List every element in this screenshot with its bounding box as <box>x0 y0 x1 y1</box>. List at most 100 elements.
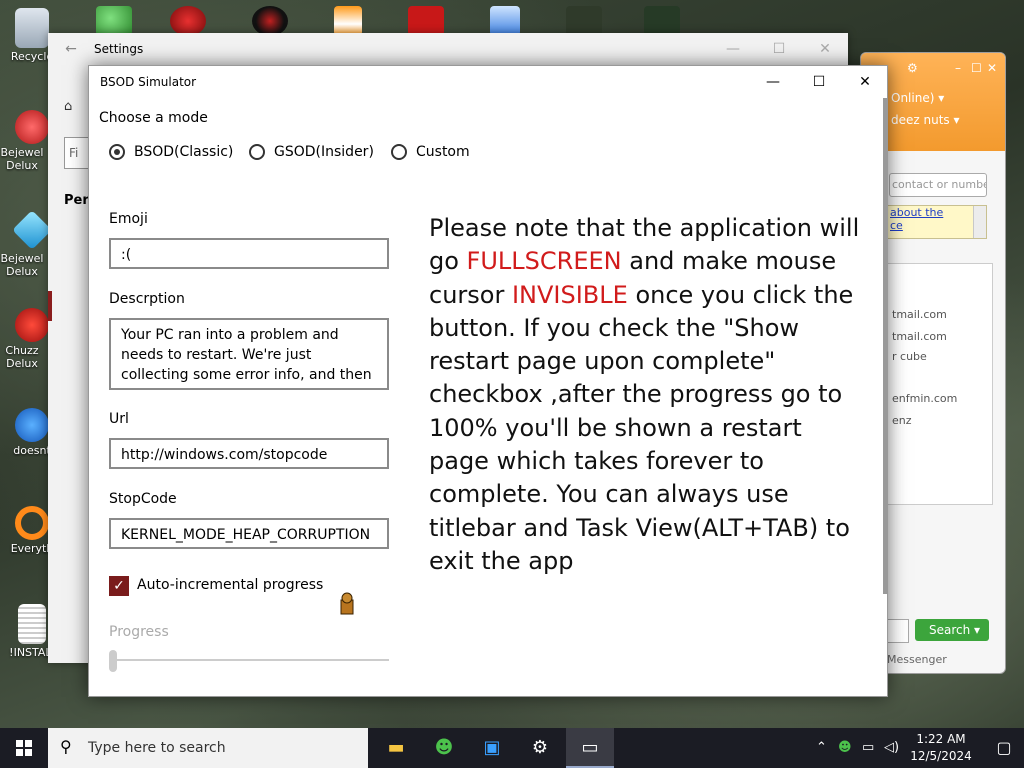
minimize-button[interactable]: — <box>750 66 796 98</box>
search-placeholder: Type here to search <box>88 740 226 756</box>
radio-unselected[interactable] <box>391 144 407 160</box>
web-search-input[interactable] <box>887 619 909 643</box>
close-icon[interactable]: ✕ <box>802 41 848 57</box>
vlc-icon[interactable] <box>334 6 362 36</box>
game-icon[interactable] <box>566 6 602 36</box>
mode-option-bsod[interactable]: BSOD(Classic) <box>109 144 233 160</box>
info-highlight-invisible: INVISIBLE <box>511 280 628 309</box>
emoji-label: Emoji <box>109 211 148 227</box>
home-icon[interactable]: ⌂ <box>64 99 88 123</box>
status-dropdown[interactable]: Online) ▾ <box>891 91 944 105</box>
mode-label: Custom <box>416 144 470 160</box>
description-label: Descrption <box>109 291 185 307</box>
minimize-icon[interactable]: — <box>710 41 756 57</box>
note-link-1[interactable]: about the <box>890 206 986 219</box>
notification-icon[interactable]: ▢ <box>984 728 1024 768</box>
volume-icon[interactable]: ◁) <box>884 728 899 768</box>
back-arrow-icon[interactable]: ← <box>48 41 94 57</box>
search-button-label: Search <box>929 623 971 637</box>
windows-start-icon[interactable] <box>0 728 48 768</box>
radiation-icon[interactable] <box>170 6 206 36</box>
radio-unselected[interactable] <box>249 144 265 160</box>
time: 1:22 AM <box>916 732 966 746</box>
emoji-field[interactable]: :( <box>109 238 389 269</box>
maximize-icon[interactable]: ☐ <box>756 41 802 57</box>
mode-heading: Choose a mode <box>99 110 208 126</box>
taskbar: ⚲ Type here to search ▬ ☻ ▣ ⚙ ▭ ⌃ ☻ ▭ ◁)… <box>0 728 1024 768</box>
radio-selected[interactable] <box>109 144 125 160</box>
search-magnifier-icon <box>15 506 49 540</box>
bsod-app-icon[interactable]: ▭ <box>566 728 614 768</box>
store-icon[interactable]: ▣ <box>468 728 516 768</box>
messenger-buddies-icon[interactable] <box>96 6 132 36</box>
close-button[interactable]: ✕ <box>842 66 888 98</box>
desktop-icon-label: Chuzz Delux <box>5 344 39 370</box>
contact-item[interactable]: tmail.com <box>892 308 947 321</box>
document-icon <box>18 604 46 644</box>
clock[interactable]: 1:22 AM 12/5/2024 <box>905 731 977 765</box>
contact-item[interactable]: r cube <box>892 350 927 363</box>
stopcode-label: StopCode <box>109 491 177 507</box>
mode-option-custom[interactable]: Custom <box>391 144 470 160</box>
edge-icon <box>15 408 49 442</box>
auto-progress-checkbox[interactable]: ✓ <box>109 576 129 596</box>
note-scrollbar[interactable] <box>973 206 986 238</box>
maximize-button[interactable]: ☐ <box>796 66 842 98</box>
contact-item[interactable]: tmail.com <box>892 330 947 343</box>
controller-icon[interactable]: ⚙ <box>907 61 918 75</box>
desktop-icon-label: Bejewel Delux <box>0 146 44 172</box>
contact-item[interactable]: enz <box>892 414 912 427</box>
url-label: Url <box>109 411 129 427</box>
auto-progress-label[interactable]: Auto-incremental progress <box>137 577 323 593</box>
info-text: Please note that the application will go… <box>429 212 869 578</box>
description-field[interactable]: Your PC ran into a problem and needs to … <box>109 318 389 390</box>
chuzzle-icon <box>15 308 49 342</box>
messenger-icon[interactable]: ☻ <box>420 728 468 768</box>
chevron-up-icon[interactable]: ⌃ <box>816 728 827 768</box>
robot-icon[interactable] <box>490 6 520 36</box>
recycle-bin-icon <box>15 8 49 48</box>
terminal-icon[interactable] <box>644 6 680 36</box>
file-explorer-icon[interactable]: ▬ <box>372 728 420 768</box>
selected-indicator <box>48 291 52 321</box>
vertical-scrollbar[interactable] <box>883 98 887 594</box>
mode-label: BSOD(Classic) <box>134 144 234 160</box>
progress-slider-thumb[interactable] <box>109 650 117 672</box>
settings-icon[interactable]: ⚙ <box>516 728 564 768</box>
maximize-icon[interactable]: ☐ <box>971 61 982 75</box>
find-contact-input[interactable]: contact or numbe <box>889 173 987 197</box>
taskbar-search-box[interactable]: ⚲ Type here to search <box>48 728 368 768</box>
window-title: BSOD Simulator <box>100 75 197 89</box>
close-icon[interactable]: ✕ <box>987 61 997 75</box>
desktop-icon-label: Bejewel Delux <box>0 252 44 278</box>
progress-slider-track[interactable] <box>109 659 389 661</box>
date: 12/5/2024 <box>910 749 972 763</box>
note-link-2[interactable]: ce <box>890 219 986 232</box>
stopcode-field[interactable]: KERNEL_MODE_HEAP_CORRUPTION <box>109 518 389 549</box>
contact-item[interactable]: enfmin.com <box>892 392 957 405</box>
info-text-part: once you click the button. If you check … <box>429 280 854 575</box>
search-button[interactable]: Search ▾ <box>915 619 989 641</box>
info-note[interactable]: about the ce <box>887 205 987 239</box>
settings-titlebar: ← Settings — ☐ ✕ <box>48 33 848 65</box>
busy-cursor-icon <box>340 592 354 615</box>
bsod-simulator-window: BSOD Simulator — ☐ ✕ Choose a mode BSOD(… <box>88 65 888 697</box>
diamond-icon <box>12 210 52 250</box>
info-highlight-fullscreen: FULLSCREEN <box>466 247 622 276</box>
network-icon[interactable]: ▭ <box>862 728 874 768</box>
minimize-icon[interactable]: – <box>955 61 961 75</box>
settings-title: Settings <box>94 42 144 56</box>
bsod-titlebar: BSOD Simulator — ☐ ✕ <box>89 66 887 98</box>
mode-label: GSOD(Insider) <box>274 144 374 160</box>
people-icon[interactable]: ☻ <box>838 728 852 768</box>
mode-option-gsod[interactable]: GSOD(Insider) <box>249 144 374 160</box>
flash-icon[interactable] <box>408 6 444 36</box>
contact-list: tmail.com tmail.com r cube enfmin.com en… <box>887 263 993 505</box>
url-field[interactable]: http://windows.com/stopcode <box>109 438 389 469</box>
dark-disc-icon[interactable] <box>252 6 288 36</box>
username-dropdown[interactable]: deez nuts ▾ <box>891 113 960 127</box>
bejeweled-icon <box>15 110 49 144</box>
progress-label: Progress <box>109 624 169 640</box>
search-icon: ⚲ <box>60 737 72 756</box>
messenger-footer: Messenger <box>887 653 947 666</box>
